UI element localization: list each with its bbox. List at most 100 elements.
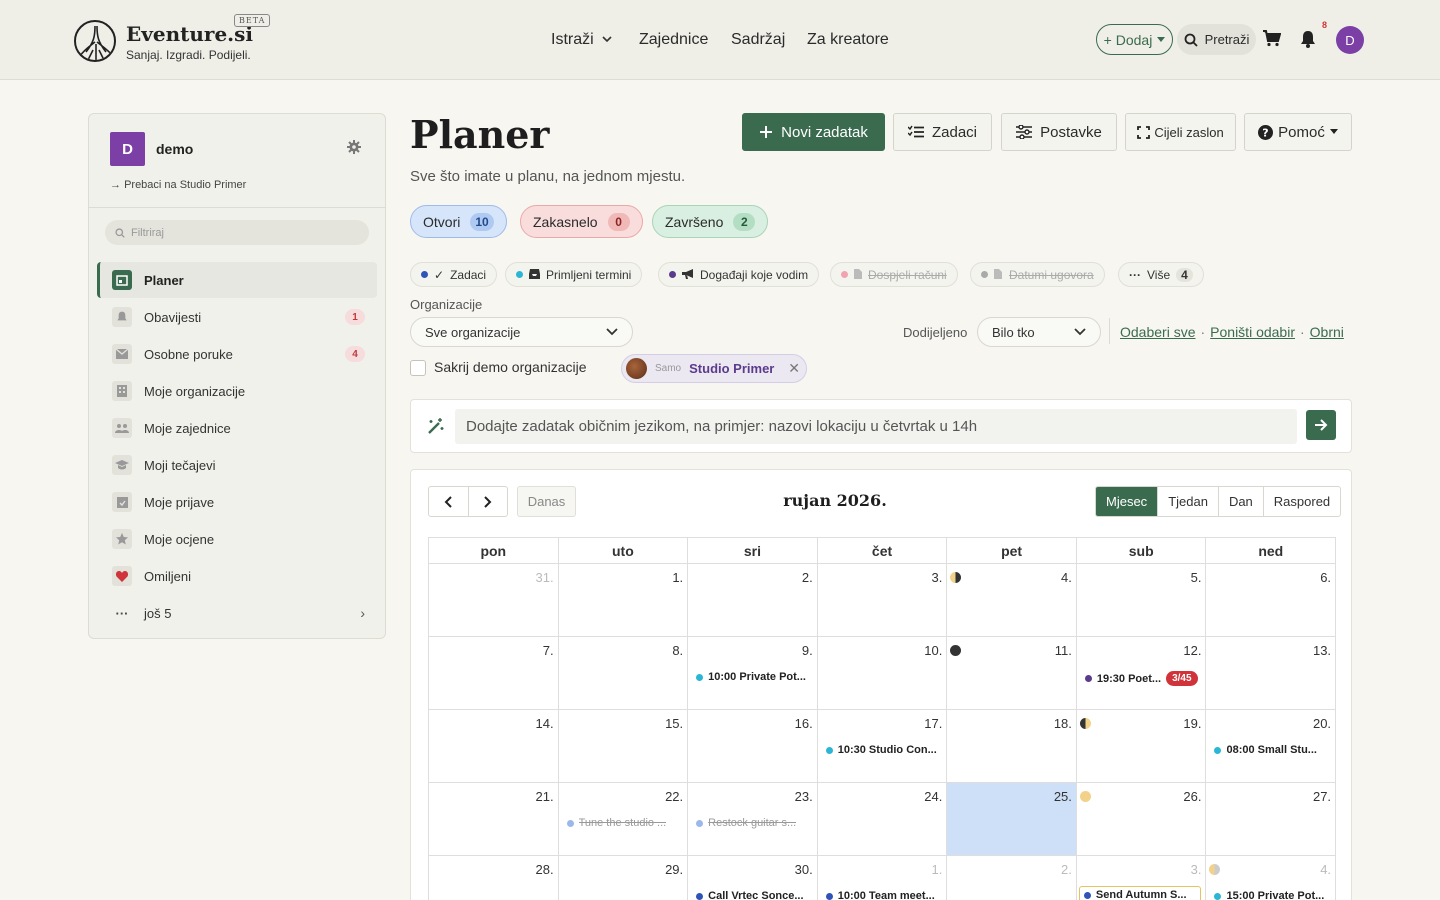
nav-explore[interactable]: Istraži [551,31,612,49]
view-month-button[interactable]: Mjesec [1096,487,1159,516]
sidebar-item-communities[interactable]: Moje zajednice [97,410,377,446]
user-avatar[interactable]: D [1336,26,1364,54]
calendar-event[interactable]: 10:00 Team meet... [825,890,943,900]
view-schedule-button[interactable]: Raspored [1264,487,1340,516]
filter-chip-appointments[interactable]: Primljeni termini [505,262,643,287]
calendar-day-cell[interactable]: 2. [688,564,818,636]
hide-demo-label[interactable]: Sakrij demo organizacije [434,359,587,375]
calendar-event[interactable]: Restock guitar s... [696,817,813,829]
switch-workspace-link[interactable]: → Prebaci na Studio Primer [110,179,246,191]
today-button[interactable]: Danas [517,486,576,517]
calendar-day-cell[interactable]: 25. [947,783,1077,855]
prev-month-button[interactable] [429,487,469,516]
sidebar-item-more[interactable]: ··· još 5 › [97,595,377,631]
calendar-day-cell[interactable]: 28. [429,856,559,900]
fullscreen-button[interactable]: Cijeli zaslon [1125,113,1236,151]
calendar-day-cell[interactable]: 30. Call Vrtec Sonce... [688,856,818,900]
nav-communities[interactable]: Zajednice [639,31,708,49]
calendar-day-cell[interactable]: 19. [1077,710,1207,782]
calendar-day-cell[interactable]: 18. [947,710,1077,782]
sidebar-item-planer[interactable]: Planer [97,262,377,298]
sidebar-item-registrations[interactable]: Moje prijave [97,484,377,520]
calendar-day-cell[interactable]: 24. [818,783,948,855]
gear-icon[interactable] [347,140,361,159]
nav-content[interactable]: Sadržaj [731,31,785,49]
workspace-name[interactable]: demo [156,141,193,157]
calendar-event[interactable]: 19:30 Poet... 3/45 [1084,671,1202,686]
settings-button[interactable]: Postavke [1001,113,1117,151]
select-all-link[interactable]: Odaberi sve [1120,324,1195,340]
calendar-day-cell[interactable]: 21. [429,783,559,855]
org-filter-chip[interactable]: Samo Studio Primer ✕ [621,354,807,383]
calendar-day-cell[interactable]: 10. [818,637,948,709]
filter-chip-tasks[interactable]: ✓ Zadaci [410,262,498,287]
sidebar-filter-input[interactable]: Filtriraj [105,220,369,245]
view-week-button[interactable]: Tjedan [1158,487,1219,516]
search-button[interactable]: Pretraži [1177,24,1256,55]
assignee-select[interactable]: Bilo tko [977,317,1101,347]
notification-bell-icon[interactable] [1299,30,1317,53]
nav-creators[interactable]: Za kreatore [807,31,889,49]
calendar-event[interactable]: 10:30 Studio Con... [825,744,943,756]
sidebar-item-favorites[interactable]: Omiljeni [97,558,377,594]
new-task-button[interactable]: Novi zadatak [742,113,885,151]
calendar-day-cell[interactable]: 15. [559,710,689,782]
hide-demo-checkbox[interactable] [410,360,426,376]
sidebar-item-messages[interactable]: Osobne poruke 4 [97,336,377,372]
filter-chip-contracts[interactable]: Datumi ugovora [970,262,1105,287]
calendar-day-cell[interactable]: 8. [559,637,689,709]
calendar-event[interactable]: Call Vrtec Sonce... [696,890,813,900]
deselect-link[interactable]: Poništi odabir [1210,324,1295,340]
calendar-day-cell[interactable]: 4. [947,564,1077,636]
calendar-day-cell[interactable]: 4. 15:00 Private Pot... [1206,856,1337,900]
status-pill-open[interactable]: Otvori 10 [410,205,507,238]
calendar-day-cell[interactable]: 31. [429,564,559,636]
calendar-event[interactable]: 08:00 Small Stu... [1214,744,1331,756]
calendar-event[interactable]: Tune the studio ... [566,817,684,829]
view-day-button[interactable]: Dan [1219,487,1264,516]
sidebar-item-courses[interactable]: Moji tečajevi [97,447,377,483]
workspace-avatar[interactable]: D [110,132,145,166]
calendar-day-cell[interactable]: 3. Send Autumn S... [1077,856,1207,900]
add-button[interactable]: + Dodaj [1096,24,1173,55]
close-icon[interactable]: ✕ [788,360,800,377]
sidebar-item-reviews[interactable]: Moje ocjene [97,521,377,557]
calendar-day-cell[interactable]: 22. Tune the studio ... [559,783,689,855]
calendar-day-cell[interactable]: 1. [559,564,689,636]
status-pill-done[interactable]: Završeno 2 [652,205,769,238]
calendar-day-cell[interactable]: 1. 10:00 Team meet... [818,856,948,900]
filter-chip-invoices[interactable]: Dospjeli računi [830,262,958,287]
calendar-day-cell[interactable]: 29. [559,856,689,900]
sidebar-item-organizations[interactable]: Moje organizacije [97,373,377,409]
calendar-event[interactable]: 10:00 Private Pot... [696,671,813,683]
calendar-day-cell[interactable]: 13. [1206,637,1337,709]
calendar-day-cell[interactable]: 3. [818,564,948,636]
calendar-day-cell[interactable]: 27. [1206,783,1337,855]
calendar-day-cell[interactable]: 6. [1206,564,1337,636]
calendar-day-cell[interactable]: 9. 10:00 Private Pot... [688,637,818,709]
calendar-day-cell[interactable]: 17. 10:30 Studio Con... [818,710,948,782]
calendar-day-cell[interactable]: 11. [947,637,1077,709]
tree-logo-icon[interactable] [74,20,116,62]
calendar-day-cell[interactable]: 20. 08:00 Small Stu... [1206,710,1337,782]
calendar-event[interactable]: 15:00 Private Pot... [1214,890,1331,900]
calendar-day-cell[interactable]: 5. [1077,564,1207,636]
filter-chip-more[interactable]: ··· Više 4 [1118,262,1204,287]
calendar-day-cell[interactable]: 23. Restock guitar s... [688,783,818,855]
send-button[interactable] [1306,410,1336,440]
calendar-day-cell[interactable]: 16. [688,710,818,782]
status-pill-overdue[interactable]: Zakasnelo 0 [520,205,643,238]
calendar-day-cell[interactable]: 2. [947,856,1077,900]
calendar-day-cell[interactable]: 12. 19:30 Poet... 3/45 [1077,637,1207,709]
next-month-button[interactable] [469,487,508,516]
tasks-button[interactable]: Zadaci [893,113,992,151]
organization-select[interactable]: Sve organizacije [410,317,633,347]
calendar-day-cell[interactable]: 14. [429,710,559,782]
cart-icon[interactable] [1263,30,1282,52]
invert-link[interactable]: Obrni [1310,324,1344,340]
ai-task-input[interactable]: Dodajte zadatak običnim jezikom, na prim… [455,409,1297,444]
filter-chip-hosted-events[interactable]: Događaji koje vodim [658,262,820,287]
calendar-day-cell[interactable]: 26. [1077,783,1207,855]
calendar-event[interactable]: Send Autumn S... [1078,886,1202,900]
help-button[interactable]: ? Pomoć [1244,113,1352,151]
